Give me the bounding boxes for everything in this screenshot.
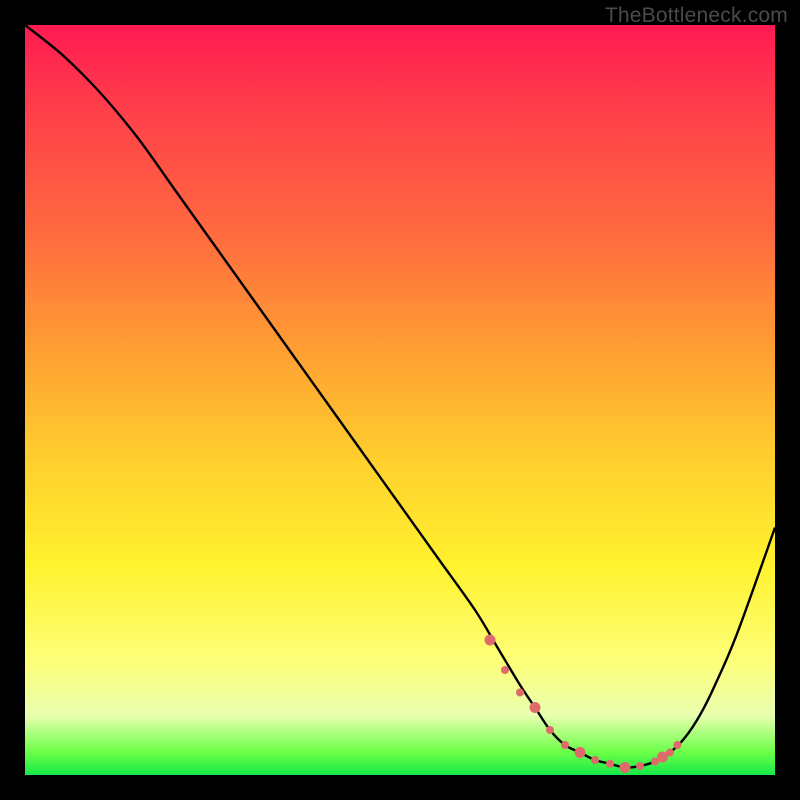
optimal-dot <box>606 760 614 768</box>
optimal-dot <box>591 756 599 764</box>
chart-frame: TheBottleneck.com <box>0 0 800 800</box>
optimal-dot <box>575 747 586 758</box>
optimal-dot <box>485 635 496 646</box>
optimal-dot <box>501 666 509 674</box>
optimal-dot <box>674 741 682 749</box>
optimal-dot <box>530 702 541 713</box>
optimal-dot <box>546 726 554 734</box>
optimal-dot <box>516 689 524 697</box>
optimal-dot <box>620 762 631 773</box>
optimal-dot <box>666 749 674 757</box>
optimal-dots-group <box>485 635 682 774</box>
chart-plot-area <box>25 25 775 775</box>
optimal-dot <box>561 741 569 749</box>
bottleneck-curve <box>25 25 775 775</box>
optimal-dot <box>636 762 644 770</box>
curve-line <box>25 25 775 768</box>
